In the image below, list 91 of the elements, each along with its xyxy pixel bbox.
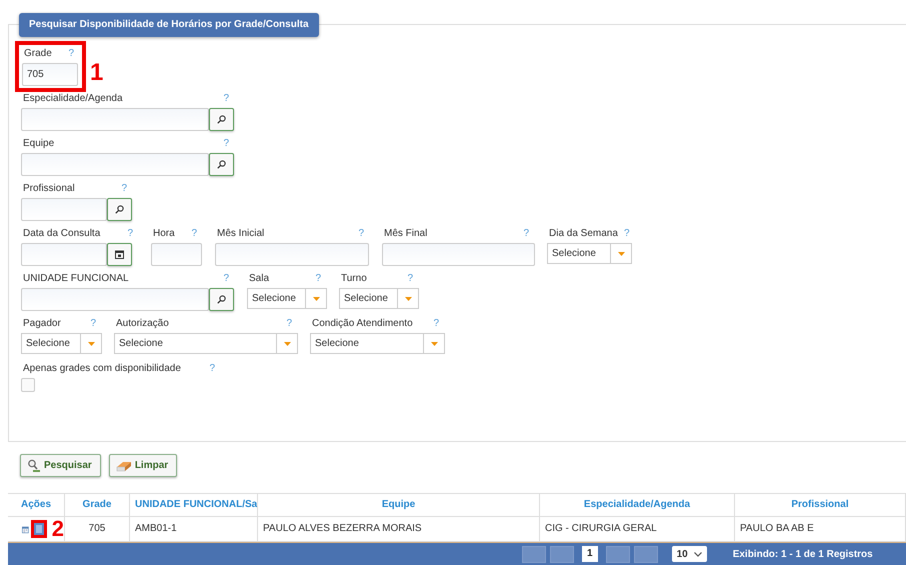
page-size-select[interactable]: 10 bbox=[672, 546, 707, 562]
caret-icon bbox=[284, 342, 290, 346]
help-link[interactable]: ? bbox=[624, 227, 630, 240]
search-icon bbox=[115, 205, 124, 214]
column-header[interactable]: Grade bbox=[65, 494, 130, 516]
help-link[interactable]: ? bbox=[433, 317, 439, 330]
field-label: Hora bbox=[153, 227, 175, 240]
table-cell: 705 bbox=[65, 517, 130, 541]
help-link[interactable]: ? bbox=[223, 137, 229, 150]
caret-icon bbox=[618, 252, 624, 256]
caret-icon bbox=[430, 342, 438, 346]
annotation-number: 2 bbox=[52, 518, 64, 540]
column-header[interactable]: UNIDADE FUNCIONAL/Sa bbox=[130, 494, 258, 516]
select-dropdown[interactable]: Selecione bbox=[310, 333, 445, 354]
table-cell: CIG - CIRURGIA GERAL bbox=[540, 517, 735, 541]
help-link[interactable]: ? bbox=[191, 227, 197, 240]
column-header[interactable]: Profissional bbox=[735, 494, 906, 516]
search-icon bbox=[217, 160, 226, 169]
table-cell: PAULO BA AB E bbox=[735, 517, 906, 541]
text-field[interactable] bbox=[382, 243, 535, 266]
select-dropdown[interactable]: Selecione bbox=[247, 288, 327, 309]
field-label: Grade bbox=[24, 47, 52, 60]
magnifier-icon bbox=[27, 458, 41, 472]
text-field[interactable]: 705 bbox=[22, 63, 78, 86]
records-summary: Exibindo: 1 - 1 de 1 Registros bbox=[732, 548, 873, 560]
text-field[interactable] bbox=[21, 108, 209, 131]
help-link[interactable]: ? bbox=[315, 272, 321, 285]
chevron-down-icon bbox=[694, 552, 702, 556]
checkbox[interactable] bbox=[21, 378, 35, 392]
text-field[interactable] bbox=[21, 288, 209, 311]
help-link[interactable]: ? bbox=[127, 227, 133, 240]
field-label: Apenas grades com disponibilidade bbox=[23, 362, 181, 375]
eraser-icon bbox=[116, 460, 132, 472]
column-header[interactable]: Ações bbox=[8, 494, 65, 516]
current-page[interactable]: 1 bbox=[582, 546, 598, 562]
help-link[interactable]: ? bbox=[223, 92, 229, 105]
search-icon bbox=[217, 115, 226, 124]
clear-button[interactable]: Limpar bbox=[108, 454, 178, 477]
field-label: Data da Consulta bbox=[23, 227, 100, 240]
select-dropdown[interactable]: Selecione bbox=[339, 288, 419, 309]
field-label: Profissional bbox=[23, 182, 75, 195]
caret-icon bbox=[312, 296, 320, 300]
help-link[interactable]: ? bbox=[90, 317, 96, 330]
text-field[interactable] bbox=[21, 153, 209, 176]
text-field[interactable] bbox=[21, 198, 107, 221]
select-dropdown[interactable]: Selecione bbox=[547, 243, 632, 264]
calendar-icon bbox=[115, 250, 124, 259]
field-label: Pagador bbox=[23, 317, 61, 330]
search-button[interactable] bbox=[107, 198, 132, 221]
text-field[interactable] bbox=[151, 243, 202, 266]
field-label: Mês Final bbox=[384, 227, 428, 240]
field-label: Sala bbox=[249, 272, 270, 285]
field-label: Autorização bbox=[116, 317, 169, 330]
field-label: Condição Atendimento bbox=[312, 317, 413, 330]
search-button[interactable] bbox=[209, 288, 234, 311]
search-button[interactable] bbox=[209, 108, 234, 131]
field-label: UNIDADE FUNCIONAL bbox=[23, 272, 129, 285]
first-page-button[interactable] bbox=[522, 546, 546, 562]
document-icon[interactable] bbox=[34, 523, 44, 535]
previous-page-button[interactable] bbox=[550, 546, 574, 562]
annotation-number: 1 bbox=[90, 60, 104, 84]
table-cell: AMB01-1 bbox=[130, 517, 258, 541]
search-icon bbox=[217, 295, 226, 304]
table-cell: PAULO ALVES BEZERRA MORAIS bbox=[258, 517, 540, 541]
select-dropdown[interactable]: Selecione bbox=[21, 333, 102, 354]
column-header[interactable]: Especialidade/Agenda bbox=[540, 494, 735, 516]
help-link[interactable]: ? bbox=[121, 182, 127, 195]
help-link[interactable]: ? bbox=[523, 227, 529, 240]
select-dropdown[interactable]: Selecione bbox=[114, 333, 298, 354]
panel-title: Pesquisar Disponibilidade de Horários por Grade/Consulta bbox=[19, 13, 319, 37]
search-button[interactable] bbox=[209, 153, 234, 176]
last-page-button[interactable] bbox=[634, 546, 658, 562]
caret-icon bbox=[88, 342, 94, 346]
field-label: Especialidade/Agenda bbox=[23, 92, 123, 105]
help-link[interactable]: ? bbox=[223, 272, 229, 285]
search-button[interactable]: Pesquisar bbox=[20, 454, 101, 477]
field-label: Mês Inicial bbox=[217, 227, 264, 240]
help-link[interactable]: ? bbox=[358, 227, 364, 240]
text-field[interactable] bbox=[21, 243, 107, 266]
field-label: Dia da Semana bbox=[549, 227, 618, 240]
help-link[interactable]: ? bbox=[209, 362, 215, 375]
calendar-button[interactable] bbox=[107, 243, 132, 266]
field-label: Turno bbox=[341, 272, 367, 285]
help-link[interactable]: ? bbox=[68, 47, 74, 60]
next-page-button[interactable] bbox=[606, 546, 630, 562]
help-link[interactable]: ? bbox=[407, 272, 413, 285]
field-label: Equipe bbox=[23, 137, 54, 150]
help-link[interactable]: ? bbox=[286, 317, 292, 330]
column-header[interactable]: Equipe bbox=[258, 494, 540, 516]
text-field[interactable] bbox=[215, 243, 369, 266]
caret-icon bbox=[404, 296, 412, 300]
